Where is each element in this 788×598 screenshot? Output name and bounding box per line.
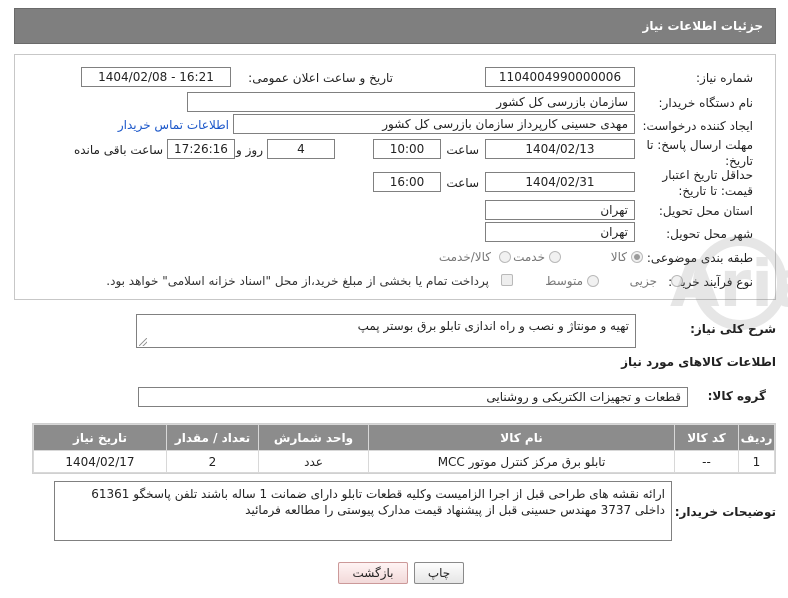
back-button[interactable]: بازگشت (338, 562, 408, 584)
need-details-panel: شماره نیاز: 1104004990000006 تاریخ و ساع… (14, 54, 776, 300)
cell-quantity: 2 (166, 450, 259, 473)
description-box[interactable]: تهیه و مونتاژ و نصب و راه اندازی تابلو ب… (136, 314, 636, 348)
category-option-goods: کالا (610, 250, 627, 264)
cell-need-date: 1404/02/17 (33, 450, 167, 473)
reply-date-field: 1404/02/13 (485, 139, 635, 159)
goods-table: ردیف کد کالا نام کالا واحد شمارش تعداد /… (32, 423, 776, 474)
cell-unit: عدد (258, 450, 369, 473)
price-time-label: ساعت (446, 176, 479, 190)
price-date-field: 1404/02/31 (485, 172, 635, 192)
buyer-org-field: سازمان بازرسی کل کشور (187, 92, 635, 112)
buyer-notes-box[interactable]: ارائه نقشه های طراحی قبل از اجرا الزامیس… (54, 481, 672, 541)
goods-group-label: گروه کالا: (707, 389, 766, 403)
announce-field: 1404/02/08 - 16:21 (81, 67, 231, 87)
buyer-notes-text: ارائه نقشه های طراحی قبل از اجرا الزامیس… (91, 487, 665, 517)
process-radio-medium[interactable] (587, 275, 599, 287)
category-radio-goods[interactable] (631, 251, 643, 263)
days-remaining-field: 4 (267, 139, 335, 159)
category-radio-goods-service[interactable] (499, 251, 511, 263)
process-radio-minor[interactable] (671, 275, 683, 287)
treasury-checkbox[interactable] (501, 274, 513, 286)
category-option-service: خدمت (513, 250, 545, 264)
goods-group-field: قطعات و تجهیزات الکتریکی و روشنایی (138, 387, 688, 407)
city-field: تهران (485, 222, 635, 242)
reply-time-label: ساعت (446, 143, 479, 157)
days-and-label: روز و (236, 143, 263, 157)
category-label: طبقه بندی موضوعی: (646, 251, 753, 265)
col-goods-name: نام کالا (368, 424, 675, 451)
creator-field: مهدی حسینی کارپرداز سازمان بازرسی کل کشو… (233, 114, 635, 134)
description-label: شرح کلی نیاز: (690, 322, 776, 336)
process-option-minor: جزیی (629, 274, 657, 288)
buyer-notes-label: توضیحات خریدار: (674, 505, 776, 519)
remaining-time-label: ساعت باقی مانده (73, 143, 163, 157)
resize-handle-icon[interactable] (139, 338, 147, 346)
cell-row-number: 1 (738, 450, 775, 473)
cell-goods-name: تابلو برق مرکز کنترل موتور MCC (368, 450, 675, 473)
category-radio-service[interactable] (549, 251, 561, 263)
city-label: شهر محل تحویل: (666, 227, 753, 241)
table-row: 1 -- تابلو برق مرکز کنترل موتور MCC عدد … (33, 450, 775, 473)
page-title: جزئیات اطلاعات نیاز (642, 19, 763, 33)
payment-note: پرداخت تمام یا بخشی از مبلغ خرید،از محل … (106, 274, 489, 288)
contact-info-link[interactable]: اطلاعات تماس خریدار (118, 118, 229, 132)
price-time-field: 16:00 (373, 172, 441, 192)
buyer-org-label: نام دستگاه خریدار: (658, 96, 754, 110)
col-quantity: تعداد / مقدار (166, 424, 259, 451)
reply-time-field: 10:00 (373, 139, 441, 159)
description-text: تهیه و مونتاژ و نصب و راه اندازی تابلو ب… (357, 319, 629, 333)
col-need-date: تاریخ نیاز (33, 424, 167, 451)
cell-goods-code: -- (674, 450, 739, 473)
price-validity-label: حداقل تاریخ اعتبار قیمت: تا تاریخ: (662, 168, 753, 198)
process-option-medium: متوسط (545, 274, 583, 288)
category-option-goods-service: کالا/خدمت (438, 250, 491, 264)
creator-label: ایجاد کننده درخواست: (642, 119, 753, 133)
goods-table-header: ردیف کد کالا نام کالا واحد شمارش تعداد /… (33, 424, 775, 451)
reply-deadline-label: مهلت ارسال پاسخ: تا تاریخ: (646, 138, 753, 168)
goods-section-title: اطلاعات کالاهای مورد نیاز (621, 355, 776, 369)
announce-label: تاریخ و ساعت اعلان عمومی: (248, 71, 393, 85)
need-number-label: شماره نیاز: (696, 71, 753, 85)
col-goods-code: کد کالا (674, 424, 739, 451)
province-field: تهران (485, 200, 635, 220)
print-button[interactable]: چاپ (414, 562, 464, 584)
need-number-field: 1104004990000006 (485, 67, 635, 87)
page-header: جزئیات اطلاعات نیاز (14, 8, 776, 44)
col-row-number: ردیف (738, 424, 775, 451)
province-label: استان محل تحویل: (658, 204, 753, 218)
col-unit: واحد شمارش (258, 424, 369, 451)
remaining-time-field: 17:26:16 (167, 139, 235, 159)
